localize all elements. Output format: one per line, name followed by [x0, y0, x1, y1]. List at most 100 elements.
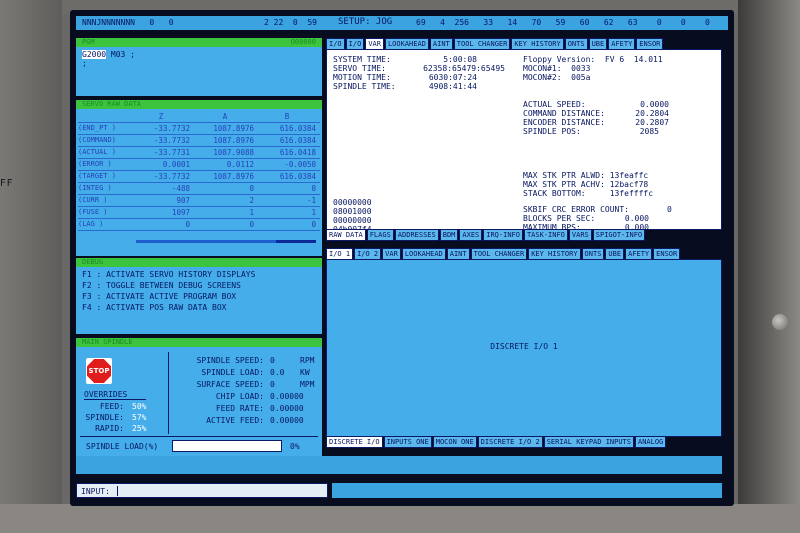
- axis-col-z: Z: [158, 112, 164, 121]
- system-time-label: SYSTEM TIME:: [333, 55, 391, 64]
- subtab-irq-info[interactable]: IRQ-INFO: [483, 230, 523, 241]
- lower-tab-bar: I/O 1 I/O 2 VAR LOOKAHEAD AINT TOOL CHAN…: [326, 248, 681, 259]
- axis-row-label: (FUSE ): [78, 208, 108, 216]
- axis-b-value: 0: [311, 220, 316, 229]
- axis-z-value: 0.0001: [162, 160, 190, 169]
- tab-var-lower[interactable]: VAR: [382, 248, 401, 259]
- stop-icon: STOP: [86, 358, 112, 384]
- message-bar: [76, 456, 722, 474]
- max-stk-alwd: MAX STK PTR ALWD: 13feaffc: [523, 171, 649, 180]
- help-panel: DEBUG F1 : ACTIVATE SERVO HISTORY DISPLA…: [76, 258, 322, 334]
- tab-lube-lower[interactable]: UBE: [605, 248, 625, 259]
- status-message-bar: [332, 483, 722, 498]
- actual-speed-value: 0.0000: [640, 100, 669, 109]
- blocks-per-sec-label: BLOCKS PER SEC:: [523, 214, 596, 223]
- override-spindle-value[interactable]: 57%: [132, 413, 146, 422]
- program-line-1-text: M03 ;: [106, 50, 135, 59]
- tab-safety-lower[interactable]: AFETY: [625, 248, 653, 259]
- subtab-discrete-io-2[interactable]: DISCRETE I/O 2: [477, 437, 543, 448]
- help-header: DEBUG: [76, 258, 322, 267]
- tab-lookahead[interactable]: LOOKAHEAD: [384, 38, 429, 49]
- stat-spindle-load-value: 0.0: [270, 368, 285, 377]
- axis-b-value: 616.0418: [279, 148, 316, 157]
- tab-safety[interactable]: AFETY: [608, 38, 636, 49]
- axis-a-value: 1087.8976: [213, 172, 254, 181]
- tab-tool-changer-lower[interactable]: TOOL CHANGER: [470, 248, 528, 259]
- tab-sensor-lower[interactable]: ENSOR: [653, 248, 681, 259]
- axis-z-value: 1097: [171, 208, 190, 217]
- stat-active-feed-value: 0.00000: [270, 416, 304, 425]
- program-cursor[interactable]: G2000: [82, 50, 107, 59]
- axis-b-value: 616.0384: [279, 124, 316, 133]
- tab-key-history-lower[interactable]: KEY HISTORY: [528, 248, 581, 259]
- divider: [78, 146, 320, 147]
- subtab-serial-keypad-inputs[interactable]: SERIAL KEYPAD INPUTS: [543, 437, 634, 448]
- subtab-analog[interactable]: ANALOG: [634, 437, 667, 448]
- subtab-task-info[interactable]: TASK-INFO: [523, 230, 568, 241]
- axis-row-label: (LAG ): [78, 220, 104, 228]
- override-rapid-value[interactable]: 25%: [132, 424, 146, 433]
- program-header-title: PGM: [82, 38, 95, 46]
- axis-scroll-thumb[interactable]: [276, 240, 316, 243]
- tab-var[interactable]: VAR: [365, 38, 384, 49]
- axis-row: (TARGET ) -33.7732 1087.8976 616.0384: [78, 172, 320, 182]
- axis-b-value: 616.0384: [279, 172, 316, 181]
- spindle-load-bar: [172, 440, 282, 452]
- command-distance-value: 20.2804: [635, 109, 669, 118]
- tab-io[interactable]: I/O: [326, 38, 345, 49]
- tab-io-2-lower[interactable]: I/O 2: [354, 248, 382, 259]
- subtab-vars[interactable]: VARS: [568, 230, 592, 241]
- status-mid: 2 22 0 59: [264, 18, 317, 27]
- program-panel[interactable]: PGM O00000 G2000 M03 ; ;: [76, 38, 322, 96]
- input-bar[interactable]: INPUT:: [76, 483, 328, 498]
- servo-time-label: SERVO TIME:: [333, 64, 386, 73]
- tab-io-2[interactable]: I/O: [345, 38, 365, 49]
- mocon-1: MOCON#1: 0033: [523, 64, 591, 73]
- axis-z-value: 0: [185, 220, 190, 229]
- tab-io-1[interactable]: I/O 1: [326, 248, 354, 259]
- tab-points[interactable]: ONTS: [564, 38, 588, 49]
- mocon-2: MOCON#2: 005a: [523, 73, 591, 82]
- spindle-load-value: 0%: [290, 442, 300, 451]
- subtab-raw-data[interactable]: RAW DATA: [326, 230, 366, 241]
- servo-time-value: 62358:65479:65495: [423, 64, 505, 73]
- axis-column-headers: Z A B: [78, 112, 320, 122]
- tab-lookahead-lower[interactable]: LOOKAHEAD: [401, 248, 446, 259]
- divider: [78, 134, 320, 135]
- divider: [80, 436, 318, 437]
- tab-key-history[interactable]: KEY HISTORY: [511, 38, 564, 49]
- tab-maint-lower[interactable]: AINT: [446, 248, 470, 259]
- top-tab-bar: I/O I/O VAR LOOKAHEAD AINT TOOL CHANGER …: [326, 38, 664, 49]
- override-feed-value[interactable]: 50%: [132, 402, 146, 411]
- max-stk-achv: MAX STK PTR ACHV: 12bacf78: [523, 180, 649, 189]
- subtab-discrete-io[interactable]: DISCRETE I/O: [326, 437, 383, 448]
- status-numbers: 69 4 256 33 14 70 59 60 62 63 0 0 0: [416, 18, 710, 27]
- tab-sensor[interactable]: ENSOR: [636, 38, 664, 49]
- axis-a-value: 0: [249, 184, 254, 193]
- status-left: NNNJNNNNNNN 0 0: [82, 18, 174, 27]
- axis-row: (CURR ) 907 2 -1: [78, 196, 320, 206]
- subtab-axes[interactable]: AXES: [459, 230, 483, 241]
- tab-tool-changer[interactable]: TOOL CHANGER: [453, 38, 511, 49]
- subtab-addresses[interactable]: ADDRESSES: [394, 230, 439, 241]
- axis-row: (LAG ) 0 0 0: [78, 220, 320, 230]
- help-line-f1: F1 : ACTIVATE SERVO HISTORY DISPLAYS: [82, 270, 256, 279]
- subtab-inputs-one[interactable]: INPUTS ONE: [383, 437, 432, 448]
- blocks-per-sec-value: 0.000: [624, 214, 649, 223]
- subtab-spigot-info[interactable]: SPIGOT-INFO: [592, 230, 646, 241]
- tab-maint[interactable]: AINT: [429, 38, 453, 49]
- tab-lube[interactable]: UBE: [588, 38, 608, 49]
- tab-points-lower[interactable]: ONTS: [581, 248, 605, 259]
- subtab-flags[interactable]: FLAGS: [366, 230, 394, 241]
- skbif-crc-value: 0: [667, 205, 672, 214]
- subtab-mocon-one[interactable]: MOCON ONE: [432, 437, 477, 448]
- program-line-2: ;: [82, 59, 87, 68]
- stat-surface-speed-value: 0: [270, 380, 275, 389]
- discrete-io-panel: DISCRETE I/O 1: [326, 259, 722, 437]
- axis-data-panel: SERVO RAW DATA Z A B (END_PT ) -33.7732 10…: [76, 100, 322, 256]
- subtab-bdm[interactable]: BDM: [439, 230, 459, 241]
- axis-col-b: B: [284, 112, 290, 121]
- axis-scrollbar[interactable]: [136, 240, 316, 243]
- stat-chip-load-value: 0.00000: [270, 392, 304, 401]
- axis-row-label: (ERROR ): [78, 160, 112, 168]
